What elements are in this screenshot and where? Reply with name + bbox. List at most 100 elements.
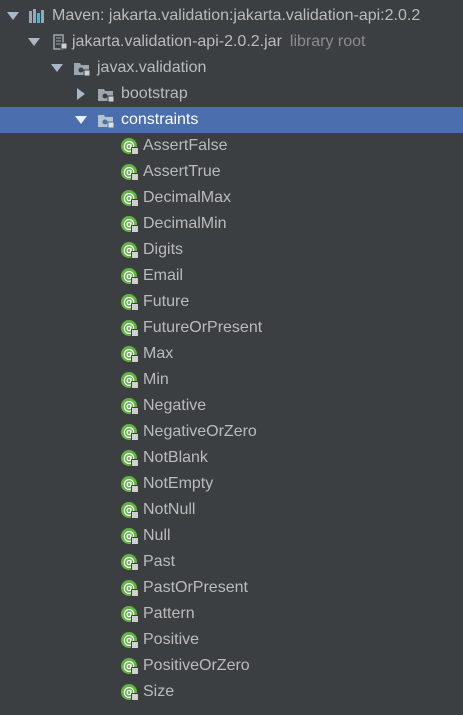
tree-node-label: Negative	[143, 397, 207, 414]
lock-icon	[131, 511, 139, 519]
annotation-icon: @	[121, 242, 139, 259]
annotation-icon: @	[121, 372, 139, 389]
tree-node-annotation[interactable]: @ Positive	[0, 627, 463, 653]
expand-arrow-icon[interactable]	[50, 55, 64, 81]
tree-node-annotation[interactable]: @ NotEmpty	[0, 471, 463, 497]
annotation-icon: @	[121, 424, 139, 441]
tree-node-maven-library[interactable]: Maven: jakarta.validation:jakarta.valida…	[0, 3, 463, 29]
tree-node-annotation[interactable]: @ FutureOrPresent	[0, 315, 463, 341]
lock-icon	[131, 355, 139, 363]
lock-icon	[131, 199, 139, 207]
tree-node-package-javax-validation[interactable]: javax.validation	[0, 55, 463, 81]
project-tree: Maven: jakarta.validation:jakarta.valida…	[0, 3, 463, 715]
tree-node-annotation[interactable]: @ DecimalMin	[0, 211, 463, 237]
annotation-icon: @	[121, 216, 139, 233]
tree-node-annotation[interactable]: @ PositiveOrZero	[0, 653, 463, 679]
tree-node-label: PositiveOrZero	[143, 657, 250, 674]
lock-icon	[131, 563, 139, 571]
package-icon	[97, 112, 115, 129]
collapse-arrow-icon[interactable]	[74, 81, 88, 107]
tree-node-annotation[interactable]: @ Digits	[0, 237, 463, 263]
tree-node-label: NegativeOrZero	[143, 423, 257, 440]
tree-node-label: constraints	[121, 111, 199, 128]
tree-node-annotation[interactable]: @ NegativeOrZero	[0, 419, 463, 445]
tree-node-annotation[interactable]: @ NotNull	[0, 497, 463, 523]
tree-node-partial	[0, 705, 463, 715]
annotation-icon: @	[121, 658, 139, 675]
tree-node-annotation[interactable]: @ Min	[0, 367, 463, 393]
lock-icon	[131, 485, 139, 493]
annotation-icon: @	[121, 346, 139, 363]
annotation-icon: @	[121, 190, 139, 207]
tree-node-annotation[interactable]: @ Past	[0, 549, 463, 575]
expand-arrow-icon[interactable]	[6, 3, 20, 29]
package-icon	[97, 86, 115, 103]
tree-node-label: NotNull	[143, 501, 196, 518]
annotation-icon: @	[121, 450, 139, 467]
tree-node-annotation[interactable]: @ Email	[0, 263, 463, 289]
tree-node-annotation[interactable]: @ Negative	[0, 393, 463, 419]
tree-node-label: DecimalMax	[143, 189, 232, 206]
lock-icon	[131, 433, 139, 441]
tree-node-label: FutureOrPresent	[143, 319, 263, 336]
lock-icon	[131, 329, 139, 337]
tree-node-package-bootstrap[interactable]: bootstrap	[0, 81, 463, 107]
lock-icon	[131, 147, 139, 155]
lock-icon	[131, 251, 139, 259]
tree-node-label: NotBlank	[143, 449, 208, 466]
annotation-icon: @	[121, 398, 139, 415]
annotation-icon: @	[121, 294, 139, 311]
expand-arrow-icon[interactable]	[74, 107, 88, 133]
tree-node-annotation[interactable]: @ Null	[0, 523, 463, 549]
maven-library-icon	[28, 8, 46, 25]
tree-node-label: AssertFalse	[143, 137, 228, 154]
tree-node-annotation[interactable]: @ Size	[0, 679, 463, 705]
tree-node-annotation[interactable]: @ NotBlank	[0, 445, 463, 471]
lock-icon	[131, 225, 139, 233]
tree-node-label: Min	[143, 371, 169, 388]
annotation-icon: @	[121, 476, 139, 493]
lock-icon	[131, 641, 139, 649]
tree-node-package-constraints[interactable]: constraints	[0, 107, 463, 133]
tree-node-annotation[interactable]: @ DecimalMax	[0, 185, 463, 211]
tree-node-label: Digits	[143, 241, 184, 258]
annotation-icon: @	[121, 320, 139, 337]
tree-node-label: PastOrPresent	[143, 579, 248, 596]
tree-node-annotation[interactable]: @ Future	[0, 289, 463, 315]
tree-node-label: Pattern	[143, 605, 195, 622]
tree-node-annotation[interactable]: @ Pattern	[0, 601, 463, 627]
library-root-hint: library root	[289, 33, 366, 50]
annotation-list: @ AssertFalse @ AssertTrue @ DecimalMax @ Decim…	[0, 133, 463, 705]
lock-icon	[131, 667, 139, 675]
tree-node-annotation[interactable]: @ Max	[0, 341, 463, 367]
lock-icon	[131, 693, 139, 701]
lock-icon	[131, 277, 139, 285]
tree-node-label: Future	[143, 293, 190, 310]
tree-node-annotation[interactable]: @ AssertTrue	[0, 159, 463, 185]
annotation-icon: @	[121, 580, 139, 597]
lock-icon	[131, 589, 139, 597]
tree-node-annotation[interactable]: @ AssertFalse	[0, 133, 463, 159]
annotation-icon: @	[121, 554, 139, 571]
tree-node-jar[interactable]: jakarta.validation-api-2.0.2.jar library …	[0, 29, 463, 55]
expand-arrow-icon[interactable]	[27, 29, 41, 55]
tree-node-label: AssertTrue	[143, 163, 221, 180]
tree-node-label: DecimalMin	[143, 215, 227, 232]
lock-icon	[131, 407, 139, 415]
lock-icon	[131, 173, 139, 181]
annotation-icon: @	[121, 606, 139, 623]
jar-icon	[51, 34, 69, 51]
tree-node-label: jakarta.validation-api-2.0.2.jar library …	[72, 29, 365, 55]
lock-icon	[131, 381, 139, 389]
lock-icon	[131, 303, 139, 311]
tree-node-label: Max	[143, 345, 174, 362]
tree-node-annotation[interactable]: @ PastOrPresent	[0, 575, 463, 601]
annotation-icon: @	[121, 268, 139, 285]
lock-icon	[131, 615, 139, 623]
annotation-icon: @	[121, 138, 139, 155]
tree-node-label: Positive	[143, 631, 200, 648]
tree-node-label: Maven: jakarta.validation:jakarta.valida…	[52, 7, 421, 24]
tree-node-label: Null	[143, 527, 171, 544]
tree-node-label: NotEmpty	[143, 475, 214, 492]
jar-name: jakarta.validation-api-2.0.2.jar	[72, 33, 282, 50]
